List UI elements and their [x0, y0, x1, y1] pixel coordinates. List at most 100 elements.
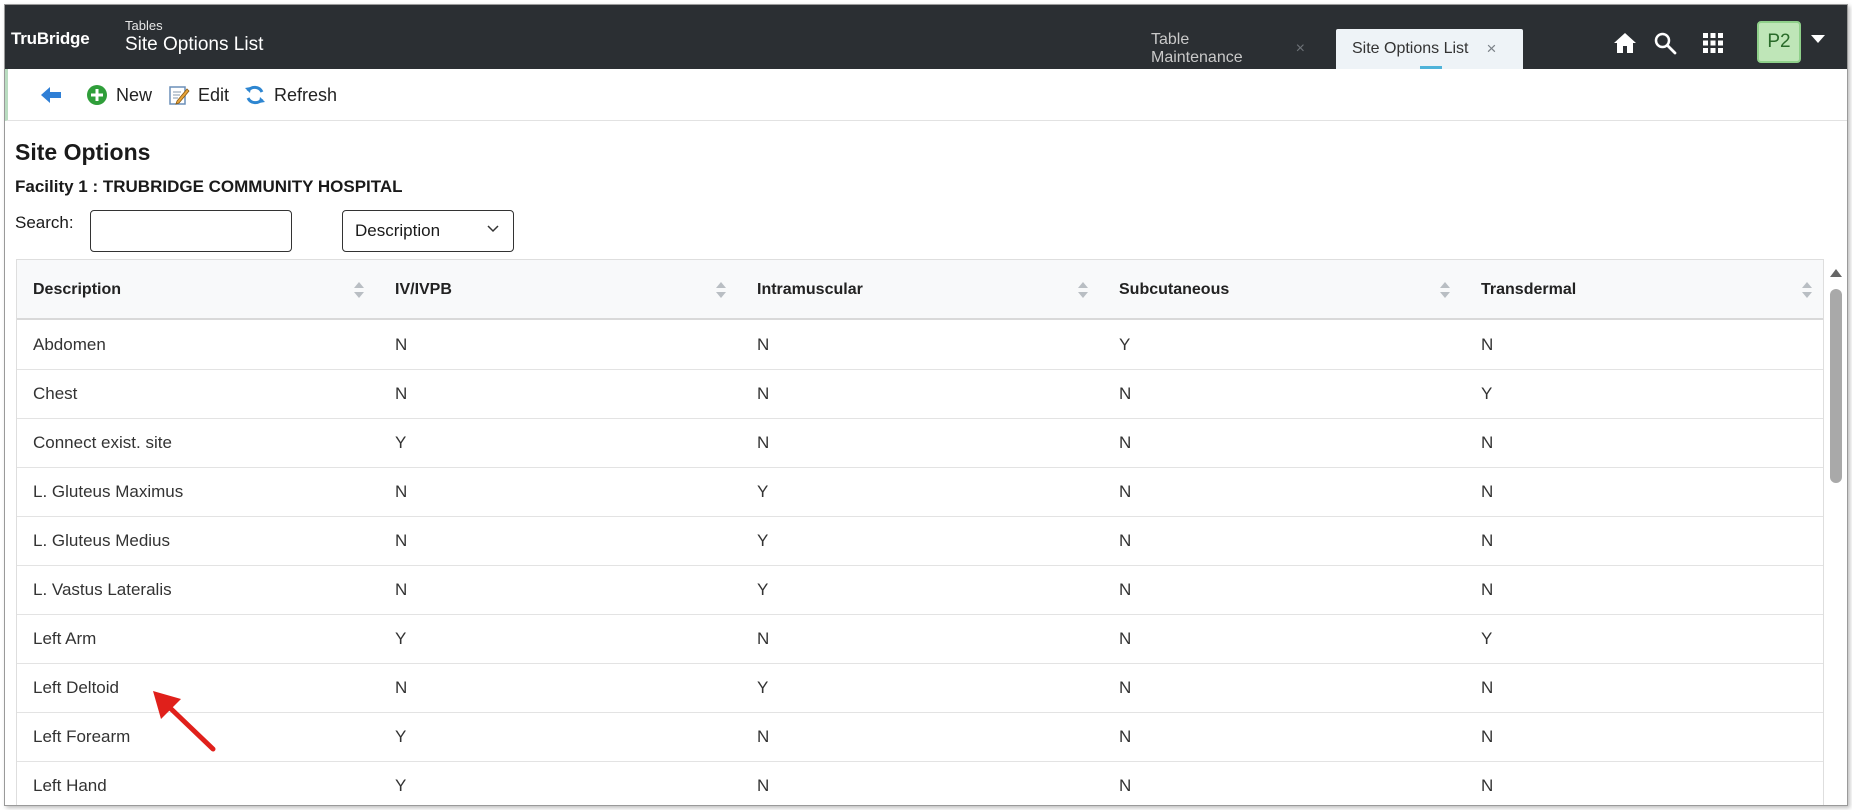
sort-icon[interactable] [715, 280, 727, 300]
cell-transdermal: N [1481, 580, 1494, 599]
cell-subcutaneous: N [1119, 482, 1132, 501]
new-button-label: New [116, 84, 153, 105]
chevron-down-icon[interactable] [1811, 35, 1825, 43]
cell-transdermal: N [1481, 433, 1494, 452]
close-icon[interactable]: × [1296, 40, 1305, 58]
cell-iv-ivpb: Y [395, 727, 407, 746]
refresh-button-label: Refresh [274, 84, 338, 105]
cell-description: Left Hand [33, 776, 107, 795]
cell-subcutaneous: N [1119, 433, 1132, 452]
sort-icon[interactable] [1077, 280, 1089, 300]
search-field-selected: Description [355, 221, 441, 240]
cell-intramuscular: N [757, 776, 770, 795]
sort-icon[interactable] [1801, 280, 1813, 300]
column-header-intramuscular[interactable]: Intramuscular [757, 260, 863, 320]
cell-description: L. Gluteus Medius [33, 531, 171, 550]
cell-subcutaneous: Y [1119, 335, 1131, 354]
close-icon[interactable]: × [1487, 39, 1497, 59]
cell-description: L. Vastus Lateralis [33, 580, 172, 599]
back-button[interactable] [40, 82, 70, 108]
app-window: TruBridge Tables Site Options List Table… [4, 4, 1848, 806]
back-arrow-icon [41, 87, 61, 103]
cell-intramuscular: N [757, 433, 770, 452]
scroll-up-arrow-icon[interactable] [1830, 269, 1842, 277]
cell-iv-ivpb: N [395, 335, 408, 354]
cell-description: Left Arm [33, 629, 97, 648]
site-options-table: Description IV/IVPB Intramuscular Subcut… [16, 259, 1824, 805]
cell-subcutaneous: N [1119, 776, 1132, 795]
search-input[interactable] [90, 210, 292, 252]
page-title-group: Tables Site Options List [125, 19, 263, 57]
cell-iv-ivpb: N [395, 580, 408, 599]
home-icon[interactable] [1611, 29, 1639, 57]
add-circle-icon [87, 85, 107, 105]
vertical-scrollbar[interactable] [1827, 263, 1845, 805]
table-row[interactable]: L. Gluteus Medius N Y N N [17, 517, 1823, 566]
tab-table-maintenance[interactable]: Table Maintenance × [1135, 29, 1321, 69]
edit-button[interactable]: Edit [168, 82, 229, 108]
table-row[interactable]: L. Gluteus Maximus N Y N N [17, 468, 1823, 517]
cell-iv-ivpb: N [395, 531, 408, 550]
top-header: TruBridge Tables Site Options List Table… [5, 5, 1847, 69]
cell-intramuscular: N [757, 727, 770, 746]
cell-subcutaneous: N [1119, 580, 1132, 599]
column-header-subcutaneous[interactable]: Subcutaneous [1119, 260, 1229, 320]
brand-logo[interactable]: TruBridge [11, 29, 90, 49]
scroll-thumb[interactable] [1830, 289, 1842, 483]
search-icon[interactable] [1651, 29, 1679, 57]
column-header-transdermal[interactable]: Transdermal [1481, 260, 1576, 320]
table-row[interactable]: Left Deltoid N Y N N [17, 664, 1823, 713]
cell-iv-ivpb: Y [395, 629, 407, 648]
cell-transdermal: N [1481, 727, 1494, 746]
table-row[interactable]: Left Arm Y N N Y [17, 615, 1823, 664]
page-title: Site Options List [125, 34, 264, 55]
edit-button-label: Edit [198, 84, 230, 105]
sort-icon[interactable] [1439, 280, 1451, 300]
cell-intramuscular: Y [757, 580, 769, 599]
cell-intramuscular: Y [757, 678, 769, 697]
apps-grid-icon[interactable] [1699, 29, 1727, 57]
cell-subcutaneous: N [1119, 629, 1132, 648]
edit-icon [169, 86, 190, 105]
cell-transdermal: Y [1481, 384, 1493, 403]
column-header-iv-ivpb[interactable]: IV/IVPB [395, 260, 452, 320]
cell-iv-ivpb: Y [395, 776, 407, 795]
cell-iv-ivpb: N [395, 384, 408, 403]
annotation-arrow-icon [153, 691, 216, 752]
table-row[interactable]: Abdomen N N Y N [17, 321, 1823, 370]
cell-description: Abdomen [33, 335, 106, 354]
tab-label: Site Options List [1352, 40, 1469, 57]
refresh-button[interactable]: Refresh [244, 82, 337, 108]
cell-iv-ivpb: Y [395, 433, 407, 452]
search-field-select[interactable]: Description [342, 210, 514, 252]
cell-iv-ivpb: N [395, 678, 408, 697]
chevron-down-icon [487, 225, 499, 233]
table-header: Description IV/IVPB Intramuscular Subcut… [17, 260, 1823, 320]
cell-description: Left Forearm [33, 727, 131, 746]
new-button[interactable]: New [86, 82, 152, 108]
column-header-description[interactable]: Description [33, 260, 121, 320]
table-row[interactable]: L. Vastus Lateralis N Y N N [17, 566, 1823, 615]
cell-intramuscular: Y [757, 531, 769, 550]
cell-subcutaneous: N [1119, 678, 1132, 697]
cell-transdermal: N [1481, 776, 1494, 795]
table-row[interactable]: Left Forearm Y N N N [17, 713, 1823, 762]
table-row[interactable]: Left Hand Y N N N [17, 762, 1823, 805]
table-row[interactable]: Connect exist. site Y N N N [17, 419, 1823, 468]
cell-subcutaneous: N [1119, 384, 1132, 403]
cell-intramuscular: N [757, 384, 770, 403]
page-subtitle: Tables [125, 18, 163, 33]
cell-description: Chest [33, 384, 78, 403]
cell-transdermal: Y [1481, 629, 1493, 648]
section-title: Site Options [15, 139, 151, 165]
cell-description: Left Deltoid [33, 678, 119, 697]
sort-icon[interactable] [353, 280, 365, 300]
tab-site-options-list[interactable]: Site Options List × [1336, 29, 1523, 69]
facility-label: Facility 1 : TRUBRIDGE COMMUNITY HOSPITA… [15, 177, 403, 196]
table-row[interactable]: Chest N N N Y [17, 370, 1823, 419]
cell-intramuscular: N [757, 629, 770, 648]
cell-transdermal: N [1481, 482, 1494, 501]
toolbar: New Edit Refresh [5, 69, 1847, 121]
avatar[interactable]: P2 [1757, 21, 1801, 63]
cell-transdermal: N [1481, 531, 1494, 550]
